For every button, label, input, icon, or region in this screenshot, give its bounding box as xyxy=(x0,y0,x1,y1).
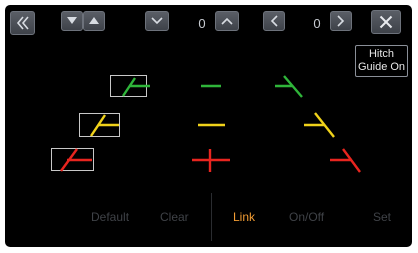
guide-line-adjust-screen: 0 0 Hitch Guide On Default Clear Link On… xyxy=(5,5,412,247)
default-button[interactable]: Default xyxy=(91,210,129,224)
onoff-button[interactable]: On/Off xyxy=(289,210,324,224)
set-button[interactable]: Set xyxy=(373,210,391,224)
link-button[interactable]: Link xyxy=(233,210,255,224)
guide-lines-canvas xyxy=(51,75,361,173)
clear-button[interactable]: Clear xyxy=(160,210,189,224)
bottom-bar-divider xyxy=(211,193,212,241)
